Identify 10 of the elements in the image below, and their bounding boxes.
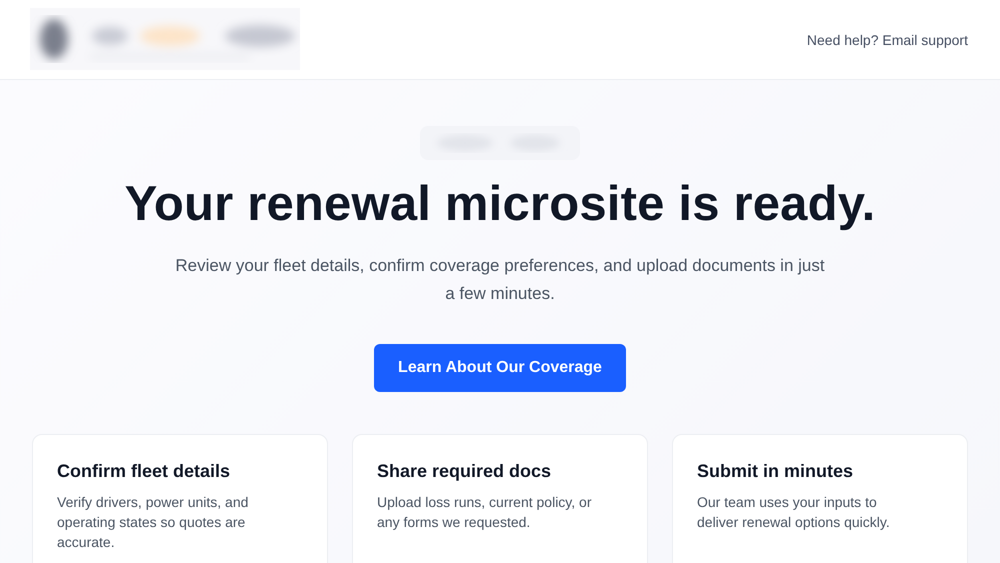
card-text: Verify drivers, power units, and operating states so quotes are accurate. xyxy=(57,493,250,552)
hero-subtitle: Review your fleet details, confirm coverage preferences, and upload documents in just a few minutes. xyxy=(174,255,826,305)
coverage-button[interactable]: Learn About Our Coverage xyxy=(374,344,626,392)
help-link[interactable]: Need help? Email support xyxy=(806,32,968,48)
card-title: Confirm fleet details xyxy=(57,460,232,483)
hero-title: Your renewal microsite is ready. xyxy=(124,176,876,233)
card-title: Submit in minutes xyxy=(697,460,854,483)
card-text: Our team uses your inputs to deliver renewal options quickly. xyxy=(697,493,891,532)
card-title: Share required docs xyxy=(377,460,552,483)
card-text: Upload loss runs, current policy, or any forms we requested. xyxy=(377,493,592,532)
